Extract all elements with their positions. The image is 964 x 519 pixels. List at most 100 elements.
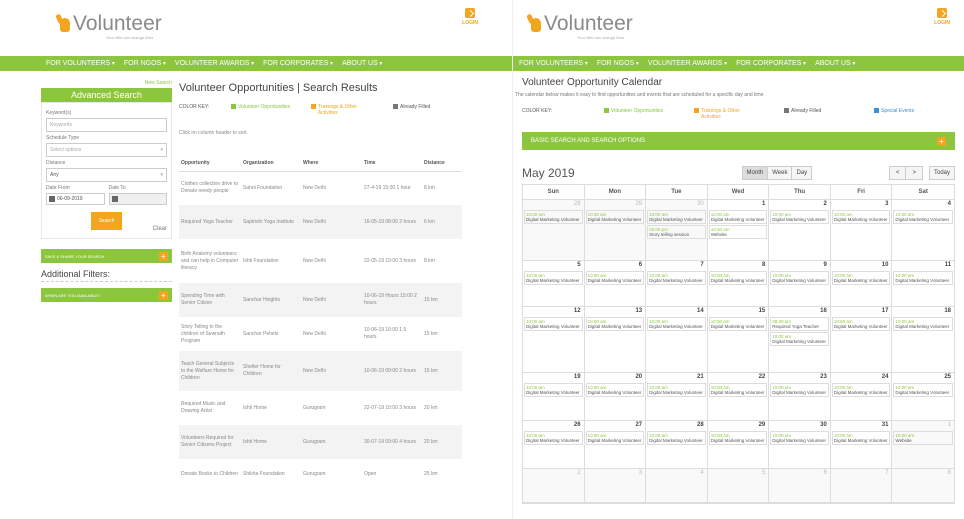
calendar-event[interactable]: 10:00 am Digital Marketing Volunteer: [893, 317, 953, 331]
calendar-day[interactable]: 22 10:00 am Digital Marketing Volunteer: [708, 373, 770, 420]
nav-item-corporates[interactable]: FOR CORPORATES: [263, 60, 333, 67]
col-where[interactable]: Where: [301, 156, 362, 172]
calendar-day[interactable]: 30 10:00 am Digital Marketing Volunteer: [769, 421, 831, 468]
calendar-event[interactable]: 10:00 am Digital Marketing Volunteer: [585, 383, 645, 397]
calendar-event[interactable]: 10:00 am Digital Marketing Volunteer: [893, 271, 953, 285]
availability-toggle[interactable]: WHEN ARE YOU AVAILABLE? +: [41, 288, 172, 302]
calendar-day[interactable]: 21 10:00 am Digital Marketing Volunteer: [646, 373, 708, 420]
calendar-event[interactable]: 10:00 am Digital Marketing Volunteer: [831, 431, 891, 445]
calendar-day[interactable]: 3: [584, 469, 647, 502]
calendar-event[interactable]: 10:00 am Digital Marketing Volunteer: [524, 383, 583, 397]
calendar-day[interactable]: 1 10:00 am Digital Marketing Volunteer 10:3…: [708, 200, 770, 260]
nav-item-volunteers[interactable]: FOR VOLUNTEERS: [46, 60, 115, 67]
organization-cell[interactable]: Ishti Home: [241, 425, 301, 459]
calendar-event[interactable]: 10:00 am Digital Marketing Volunteer: [708, 383, 768, 397]
organization-cell[interactable]: Shelter Home for Children: [241, 351, 301, 391]
calendar-event[interactable]: 10:00 am Digital Marketing Volunteer: [893, 383, 953, 397]
calendar-day[interactable]: 1 10:00 am Website: [892, 421, 954, 468]
calendar-day[interactable]: 31 10:00 am Digital Marketing Volunteer: [831, 421, 893, 468]
calendar-day[interactable]: 8: [892, 469, 954, 502]
table-row[interactable]: Spending Time with Senior Citizen Sanchar…: [179, 283, 462, 317]
calendar-event[interactable]: 10:00 am Digital Marketing Volunteer: [647, 383, 706, 397]
opportunity-cell[interactable]: Teach General Subjects to the Welfare Ho…: [179, 351, 241, 391]
calendar-day[interactable]: 29 10:00 am Digital Marketing Volunteer: [708, 421, 770, 468]
nav-item-ngos[interactable]: FOR NGOS: [597, 60, 639, 67]
calendar-day[interactable]: 5 10:00 am Digital Marketing Volunteer: [523, 261, 585, 306]
opportunity-cell[interactable]: Donate Books to Children: [179, 459, 241, 489]
calendar-event[interactable]: 10:00 am Digital Marketing Volunteer: [524, 317, 583, 331]
keyword-input[interactable]: Keywords: [46, 118, 167, 132]
calendar-event[interactable]: 10:00 am Digital Marketing Volunteer: [893, 210, 953, 224]
calendar-event[interactable]: 10:00 am Digital Marketing Volunteer: [831, 210, 891, 224]
nav-item-corporates[interactable]: FOR CORPORATES: [736, 60, 806, 67]
calendar-event[interactable]: 10:00 am Digital Marketing Volunteer: [770, 383, 829, 397]
calendar-day[interactable]: 27 10:00 am Digital Marketing Volunteer: [585, 421, 647, 468]
calendar-event[interactable]: 10:00 am Digital Marketing Volunteer: [708, 431, 768, 445]
organization-cell[interactable]: Shikha Foundation: [241, 459, 301, 489]
calendar-day[interactable]: 8 10:00 am Digital Marketing Volunteer: [708, 261, 770, 306]
calendar-event[interactable]: 10:00 am Digital Marketing Volunteer: [647, 271, 706, 285]
calendar-day[interactable]: 5: [707, 469, 770, 502]
logo[interactable]: Volunteer Your little can change lives: [58, 13, 162, 40]
table-row[interactable]: Story Telling to the children of Sewnath…: [179, 317, 462, 351]
calendar-day[interactable]: 6 10:00 am Digital Marketing Volunteer: [585, 261, 647, 306]
calendar-event[interactable]: 10:00 am Digital Marketing Volunteer: [708, 271, 768, 285]
opportunity-cell[interactable]: Story Telling to the children of Sewnath…: [179, 317, 241, 351]
organization-cell[interactable]: Sanchar Pehels: [241, 317, 301, 351]
opportunity-cell[interactable]: Required Yoga Teacher: [179, 205, 241, 239]
calendar-event[interactable]: 10:00 am Digital Marketing Volunteer: [831, 271, 891, 285]
calendar-event[interactable]: 10:00 am Digital Marketing Volunteer: [524, 431, 583, 445]
table-row[interactable]: Required Yoga Teacher Saptrishi Yoga Inst…: [179, 205, 462, 239]
calendar-day[interactable]: 4: [646, 469, 708, 502]
col-time[interactable]: Time: [362, 156, 422, 172]
distance-select[interactable]: Any ▾: [46, 168, 167, 182]
table-row[interactable]: Donate Books to Children Shikha Foundatio…: [179, 459, 462, 489]
basic-search-toggle[interactable]: BASIC SEARCH AND SEARCH OPTIONS +: [522, 132, 955, 150]
nav-item-about[interactable]: ABOUT US: [815, 60, 855, 67]
table-row[interactable]: Clothes collection drive to Donate needy…: [179, 171, 462, 205]
calendar-day[interactable]: 19 10:00 am Digital Marketing Volunteer: [523, 373, 585, 420]
organization-cell[interactable]: Sahni Foundation: [241, 171, 301, 205]
calendar-day[interactable]: 16 08:30 am Required Yoga Teacher 10:00 am D…: [769, 307, 831, 372]
calendar-event[interactable]: 10:00 am Digital Marketing Volunteer: [585, 317, 645, 331]
login-button[interactable]: LOGIN: [934, 8, 950, 26]
next-month-button[interactable]: >: [906, 166, 923, 180]
calendar-day[interactable]: 7 10:00 am Digital Marketing Volunteer: [646, 261, 708, 306]
today-button[interactable]: Today: [928, 166, 955, 180]
calendar-day[interactable]: 15 10:00 am Digital Marketing Volunteer: [708, 307, 770, 372]
calendar-day[interactable]: 14 10:00 am Digital Marketing Volunteer: [646, 307, 708, 372]
calendar-day[interactable]: 10 10:00 am Digital Marketing Volunteer: [831, 261, 893, 306]
table-row[interactable]: Birth Anatomy volunteers and can help in…: [179, 239, 462, 283]
calendar-event[interactable]: 10:00 am Digital Marketing Volunteer: [770, 271, 829, 285]
date-from-input[interactable]: 06-09-2019: [46, 193, 105, 205]
calendar-event[interactable]: 10:00 am Digital Marketing Volunteer: [770, 332, 829, 346]
opportunity-cell[interactable]: Required Music and Drawing Artist: [179, 391, 241, 425]
logo[interactable]: Volunteer Your little can change lives: [529, 13, 633, 40]
calendar-day[interactable]: 30 10:00 am Digital Marketing Volunteer 02:…: [646, 200, 708, 260]
login-button[interactable]: LOGIN: [462, 8, 478, 26]
calendar-day[interactable]: 26 10:00 am Digital Marketing Volunteer: [523, 421, 585, 468]
calendar-event[interactable]: 10:00 am Digital Marketing Volunteer: [831, 383, 891, 397]
nav-item-ngos[interactable]: FOR NGOS: [124, 60, 166, 67]
calendar-day[interactable]: 20 10:00 am Digital Marketing Volunteer: [585, 373, 647, 420]
calendar-day[interactable]: 11 10:00 am Digital Marketing Volunteer: [892, 261, 954, 306]
calendar-event[interactable]: 10:00 am Digital Marketing Volunteer: [524, 271, 583, 285]
calendar-event[interactable]: 08:30 am Required Yoga Teacher: [770, 317, 829, 331]
nav-item-volunteers[interactable]: FOR VOLUNTEERS: [519, 60, 588, 67]
calendar-event[interactable]: 10:30 am Digital Marketing Volunteer: [585, 210, 645, 224]
calendar-day[interactable]: 13 10:00 am Digital Marketing Volunteer: [585, 307, 647, 372]
calendar-day[interactable]: 7: [830, 469, 893, 502]
table-row[interactable]: Teach General Subjects to the Welfare Ho…: [179, 351, 462, 391]
view-week-button[interactable]: Week: [768, 166, 793, 180]
calendar-event[interactable]: 10:30 am Website: [708, 225, 768, 239]
calendar-day[interactable]: 24 10:00 am Digital Marketing Volunteer: [831, 373, 893, 420]
opportunity-cell[interactable]: Birth Anatomy volunteers and can help in…: [179, 239, 241, 283]
organization-cell[interactable]: Saptrishi Yoga Institute: [241, 205, 301, 239]
calendar-day[interactable]: 25 10:00 am Digital Marketing Volunteer: [892, 373, 954, 420]
calendar-day[interactable]: 9 10:00 am Digital Marketing Volunteer: [769, 261, 831, 306]
calendar-day[interactable]: 2: [523, 469, 585, 502]
organization-cell[interactable]: Ishti Home: [241, 391, 301, 425]
view-day-button[interactable]: Day: [792, 166, 813, 180]
calendar-event[interactable]: 10:00 am Digital Marketing Volunteer: [524, 210, 583, 224]
calendar-day[interactable]: 4 10:00 am Digital Marketing Volunteer: [892, 200, 954, 260]
